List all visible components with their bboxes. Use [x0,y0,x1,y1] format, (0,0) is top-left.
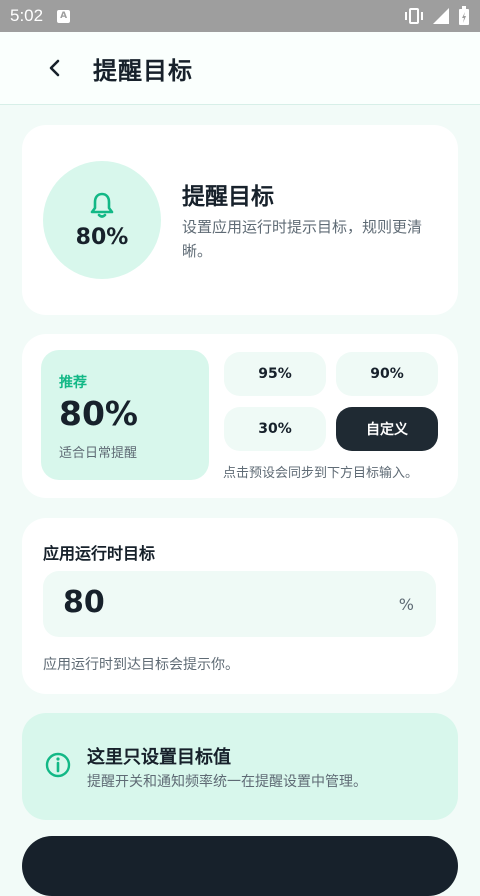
presets-card: 推荐 80% 适合日常提醒 95% 90% 30% 自定义 点击预设会同步到下方… [22,334,458,498]
recommended-value: 80% [59,394,138,433]
target-help-text: 应用运行时到达目标会提示你。 [43,657,239,673]
bell-icon [90,192,114,218]
recommended-subtitle: 适合日常提醒 [59,446,138,461]
battery-icon [459,6,469,25]
preset-90-button[interactable]: 90% [336,352,438,396]
page-title: 提醒目标 [93,56,193,85]
info-card: 这里只设置目标值 提醒开关和通知频率统一在提醒设置中管理。 [22,713,458,820]
back-button[interactable] [33,46,77,90]
summary-title: 提醒目标 [182,184,274,210]
target-input-card: 应用运行时目标 % 应用运行时到达目标会提示你。 [22,518,458,694]
preset-custom-button[interactable]: 自定义 [336,407,438,451]
summary-description: 设置应用运行时提示目标，规则更清晰。 [182,218,423,260]
target-unit: % [398,595,414,614]
chevron-left-icon [49,59,60,77]
recommended-label: 推荐 [59,375,87,391]
presets-hint: 点击预设会同步到下方目标输入。 [223,466,419,481]
info-icon [45,752,71,778]
app-bar: 提醒目标 [0,32,480,105]
vibrate-icon [405,8,423,24]
info-description: 提醒开关和通知频率统一在提醒设置中管理。 [87,774,367,790]
info-title: 这里只设置目标值 [87,747,231,768]
preset-30-button[interactable]: 30% [224,407,326,451]
target-field-label: 应用运行时目标 [43,544,156,563]
status-time: 5:02 [10,6,44,25]
bottom-action-button[interactable] [22,836,458,896]
signal-icon [433,8,449,24]
status-icons [404,6,470,26]
target-input-box[interactable]: % [43,571,436,637]
summary-card: 80% 提醒目标 设置应用运行时提示目标，规则更清晰。 [22,125,458,315]
notification-icon: A [57,9,71,23]
target-input[interactable] [63,585,363,620]
preset-95-button[interactable]: 95% [224,352,326,396]
summary-value: 80% [75,224,129,250]
recommended-preset[interactable]: 推荐 80% 适合日常提醒 [41,350,209,480]
summary-circle: 80% [43,161,161,279]
status-bar: 5:02 A [0,0,480,32]
